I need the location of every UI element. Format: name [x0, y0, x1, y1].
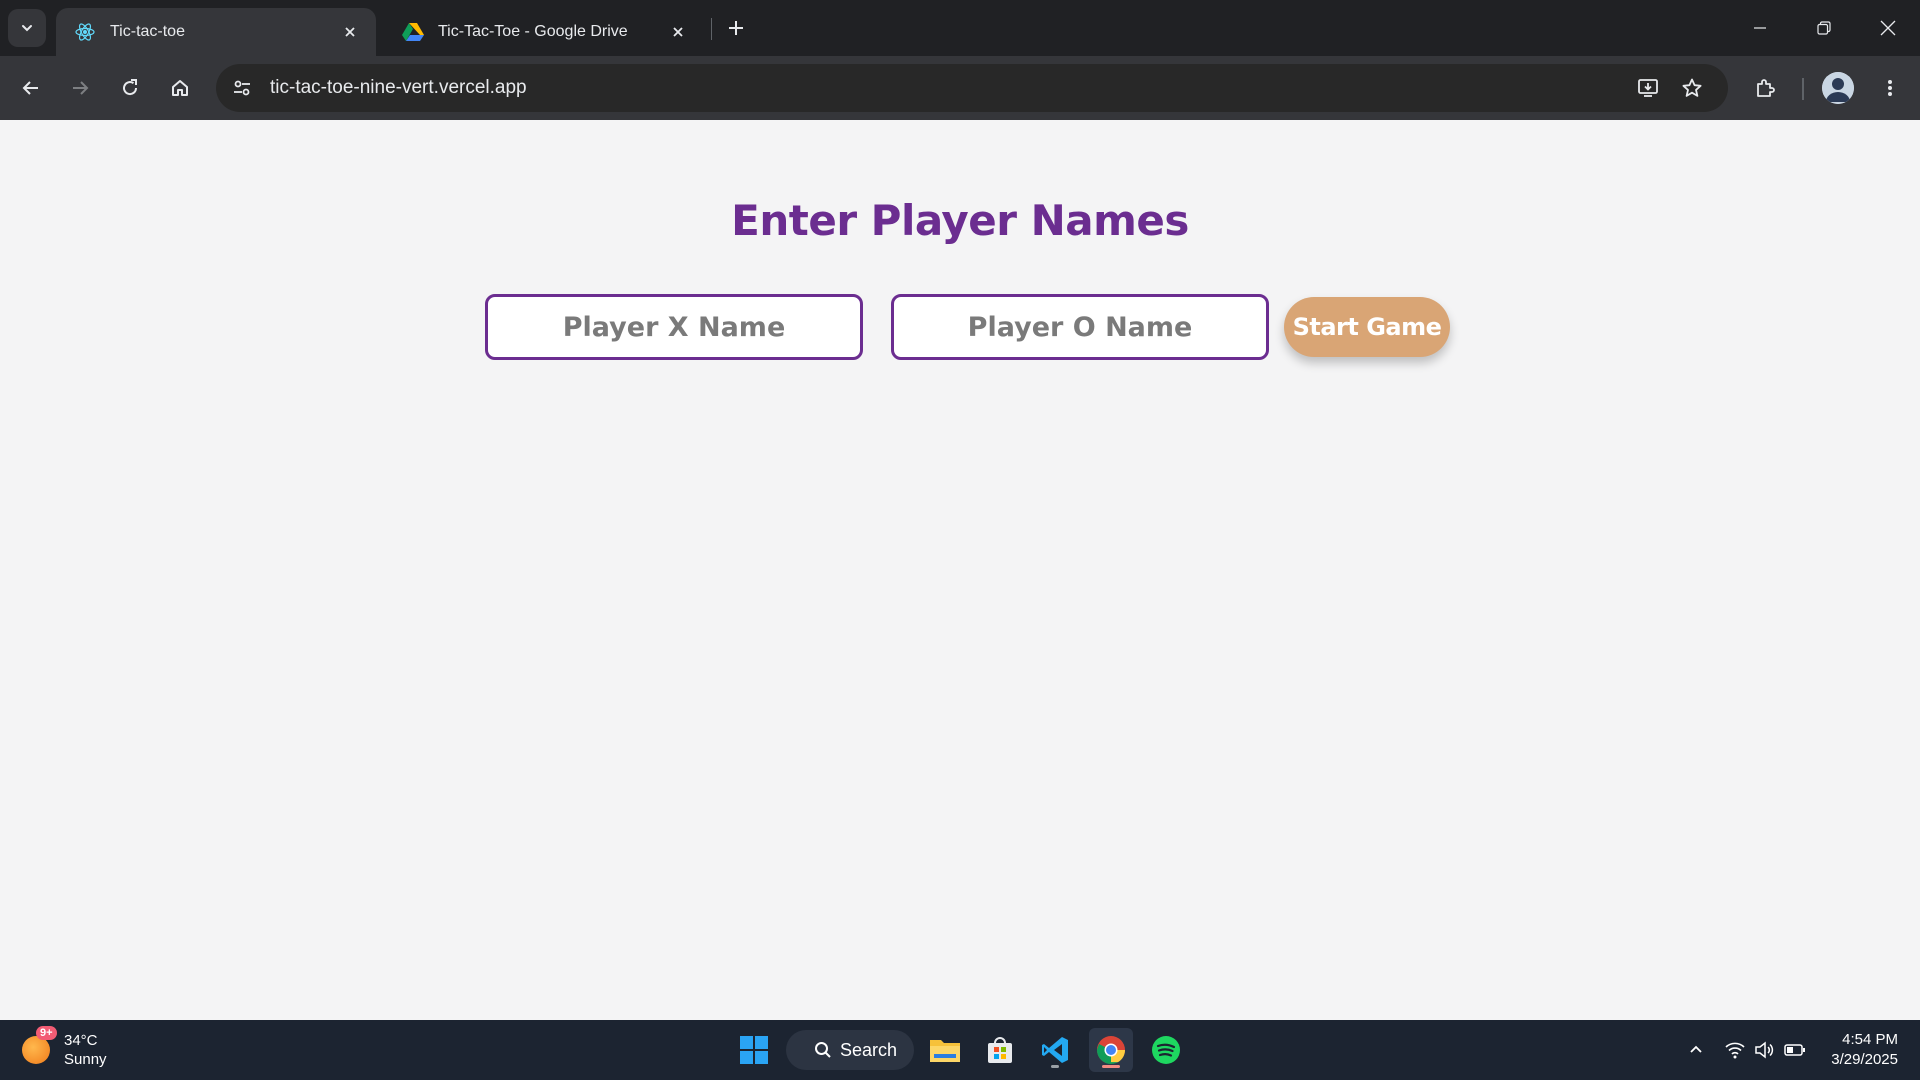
- wifi-icon[interactable]: [1723, 1038, 1747, 1062]
- plus-icon: [729, 21, 743, 35]
- file-explorer-icon: [930, 1040, 960, 1062]
- spotify-icon: [1152, 1036, 1180, 1064]
- close-tab-icon[interactable]: [338, 20, 362, 44]
- search-label: Search: [840, 1039, 898, 1060]
- toolbar-divider: [1802, 78, 1804, 100]
- windows-taskbar: 9+ 34°C Sunny Search 4:54 PM 3/29/2025: [0, 1020, 1920, 1080]
- volume-icon[interactable]: [1752, 1038, 1776, 1062]
- show-hidden-icons-button[interactable]: [1684, 1038, 1708, 1062]
- new-tab-button[interactable]: [720, 12, 752, 44]
- minimize-button[interactable]: [1728, 0, 1792, 56]
- vscode-button[interactable]: [1033, 1028, 1077, 1072]
- page-title: Enter Player Names: [731, 196, 1189, 245]
- notification-badge: 9+: [36, 1026, 57, 1040]
- home-icon: [172, 80, 188, 96]
- reload-button[interactable]: [112, 70, 148, 106]
- tune-icon: [234, 80, 250, 96]
- chrome-menu-button[interactable]: [1872, 70, 1908, 106]
- google-drive-icon: [402, 21, 424, 43]
- tab-title: Tic-tac-toe: [110, 23, 185, 40]
- arrow-left-icon: [22, 81, 38, 95]
- chevron-up-icon: [1690, 1045, 1702, 1053]
- home-button[interactable]: [162, 70, 198, 106]
- page-content: Enter Player Names Start Game: [0, 120, 1920, 1020]
- install-app-button[interactable]: [1630, 70, 1666, 106]
- close-tab-icon[interactable]: [666, 20, 690, 44]
- bookmark-button[interactable]: [1674, 70, 1710, 106]
- site-info-button[interactable]: [222, 68, 262, 108]
- system-clock[interactable]: 4:54 PM 3/29/2025: [1831, 1030, 1898, 1070]
- search-icon: [815, 1042, 831, 1058]
- active-indicator: [1102, 1065, 1120, 1068]
- react-icon: [74, 21, 96, 43]
- puzzle-icon: [1757, 79, 1775, 97]
- windows-start-icon: [740, 1036, 768, 1064]
- url-text[interactable]: tic-tac-toe-nine-vert.vercel.app: [270, 77, 1728, 99]
- restore-icon: [1817, 21, 1831, 35]
- tab-search-button[interactable]: [8, 9, 46, 47]
- restore-button[interactable]: [1792, 0, 1856, 56]
- clock-time: 4:54 PM: [1842, 1031, 1898, 1048]
- windows-start-button[interactable]: [732, 1028, 776, 1072]
- taskbar-search[interactable]: Search: [786, 1030, 914, 1070]
- vscode-icon: [1042, 1037, 1068, 1063]
- reload-icon: [123, 79, 138, 96]
- close-icon: [1880, 20, 1896, 36]
- running-indicator: [1051, 1065, 1059, 1068]
- address-bar[interactable]: tic-tac-toe-nine-vert.vercel.app: [216, 64, 1728, 112]
- chrome-icon: [1097, 1036, 1125, 1064]
- minimize-icon: [1754, 27, 1766, 29]
- player-o-name-input[interactable]: [891, 294, 1269, 360]
- sun-icon: 9+: [22, 1026, 57, 1064]
- back-button[interactable]: [13, 70, 49, 106]
- profile-avatar[interactable]: [1822, 72, 1854, 104]
- weather-widget[interactable]: 9+ 34°C Sunny: [22, 1026, 107, 1070]
- weather-temperature: 34°C: [64, 1032, 98, 1049]
- browser-tab-strip: Tic-tac-toe Tic-Tac-Toe - Google Drive: [0, 0, 1920, 56]
- weather-condition: Sunny: [64, 1051, 107, 1068]
- tab-title: Tic-Tac-Toe - Google Drive: [438, 23, 628, 40]
- arrow-right-icon: [73, 81, 89, 95]
- spotify-button[interactable]: [1144, 1028, 1188, 1072]
- tab-divider: [711, 18, 712, 40]
- microsoft-store-button[interactable]: [978, 1028, 1022, 1072]
- chrome-button[interactable]: [1089, 1028, 1133, 1072]
- chevron-down-icon: [22, 25, 32, 32]
- battery-icon[interactable]: [1783, 1038, 1807, 1062]
- clock-date: 3/29/2025: [1831, 1051, 1898, 1068]
- close-window-button[interactable]: [1856, 0, 1920, 56]
- microsoft-store-icon: [988, 1037, 1012, 1063]
- star-icon: [1682, 78, 1702, 97]
- more-vertical-icon: [1888, 80, 1892, 96]
- tab-google-drive[interactable]: Tic-Tac-Toe - Google Drive: [384, 8, 704, 56]
- player-x-name-input[interactable]: [485, 294, 863, 360]
- tab-tic-tac-toe[interactable]: Tic-tac-toe: [56, 8, 376, 56]
- start-game-button[interactable]: Start Game: [1284, 297, 1450, 357]
- extensions-button[interactable]: [1747, 70, 1783, 106]
- file-explorer-button[interactable]: [923, 1028, 967, 1072]
- browser-toolbar: tic-tac-toe-nine-vert.vercel.app: [0, 56, 1920, 120]
- forward-button[interactable]: [62, 70, 98, 106]
- install-icon: [1638, 79, 1658, 97]
